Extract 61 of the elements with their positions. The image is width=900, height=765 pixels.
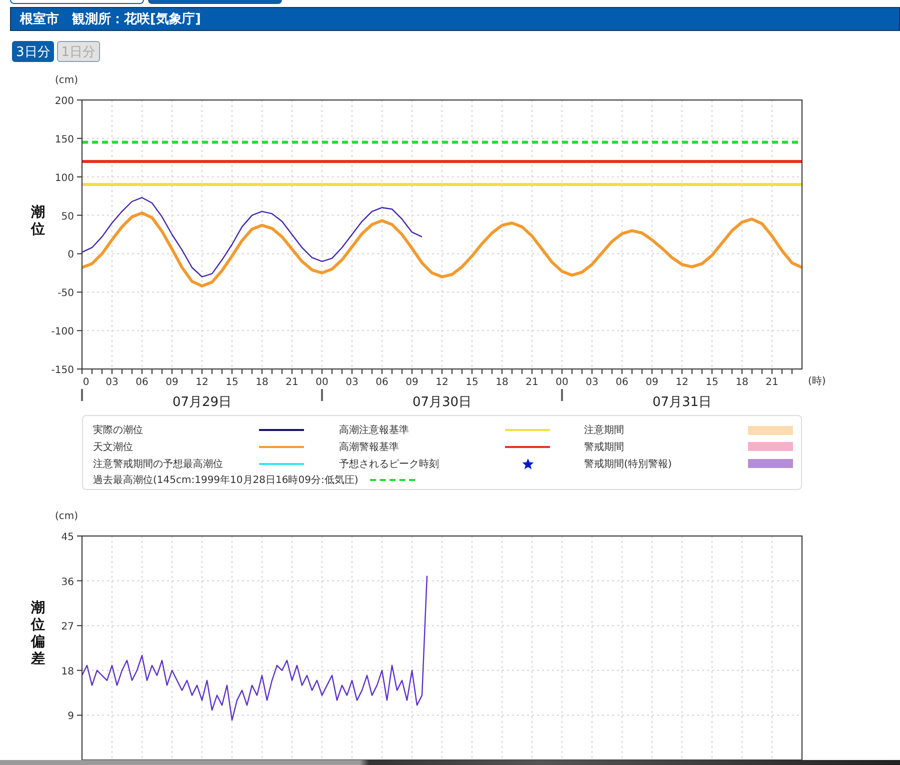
x-tick-label: 06 bbox=[376, 377, 388, 388]
x-tick-label: 15 bbox=[466, 377, 478, 388]
date-label: 07月31日 bbox=[652, 395, 712, 410]
legend-label: 警戒期間 bbox=[584, 440, 625, 454]
x-tick-label: 09 bbox=[406, 377, 418, 388]
x-tick-label: 21 bbox=[286, 377, 298, 388]
unit-label: (cm) bbox=[55, 511, 78, 522]
y-tick-label: 9 bbox=[68, 711, 74, 722]
legend-label: 注意警戒期間の予想最高潮位 bbox=[93, 458, 224, 470]
x-tick-label: 06 bbox=[136, 377, 148, 388]
y-tick-label: 18 bbox=[61, 666, 74, 678]
y-tick-label: -150 bbox=[51, 365, 74, 376]
legend-label: 高潮注意報基準 bbox=[339, 424, 410, 437]
y-tick-label: 150 bbox=[54, 134, 74, 146]
x-tick-label: 15 bbox=[706, 377, 718, 388]
x-tick-label: 09 bbox=[166, 377, 178, 388]
legend-label: 過去最高潮位(145cm:1999年10月28日16時09分:低気圧) bbox=[93, 474, 358, 488]
axis-title: 潮位偏差 bbox=[31, 600, 45, 667]
x-tick-label: 21 bbox=[526, 377, 538, 388]
tab[interactable] bbox=[10, 0, 144, 4]
station-header: 根室市 観測所：花咲[気象庁] bbox=[10, 7, 900, 31]
x-tick-label: 21 bbox=[766, 377, 778, 388]
day-divider bbox=[561, 389, 563, 401]
x-tick-label: 12 bbox=[676, 377, 688, 388]
y-tick-label: 36 bbox=[61, 576, 74, 588]
legend-label: 予想されるピーク時刻 bbox=[339, 458, 440, 470]
unit-label: (cm) bbox=[55, 75, 78, 86]
x-tick-label: 03 bbox=[586, 377, 598, 388]
date-label: 07月30日 bbox=[412, 395, 472, 410]
legend-label: 実際の潮位 bbox=[93, 424, 144, 437]
day-divider bbox=[321, 389, 323, 401]
x-tick-label: 00 bbox=[316, 377, 328, 388]
legend-label: 天文潮位 bbox=[93, 440, 134, 454]
x-tick-label: 18 bbox=[736, 377, 748, 388]
x-tick-label: 03 bbox=[346, 377, 358, 388]
y-tick-label: -100 bbox=[51, 326, 74, 338]
y-tick-label: 50 bbox=[61, 211, 74, 222]
x-tick-label: 09 bbox=[646, 377, 658, 388]
x-tick-label: 15 bbox=[226, 377, 238, 388]
y-tick-label: -50 bbox=[58, 288, 74, 300]
x-tick-label: 00 bbox=[556, 377, 568, 388]
x-tick-label: 0 bbox=[82, 377, 90, 388]
x-tick-label: 12 bbox=[196, 377, 208, 388]
y-tick-label: 200 bbox=[54, 96, 74, 107]
day-divider bbox=[81, 389, 83, 401]
x-tick-label: 12 bbox=[436, 377, 448, 388]
x-tick-label: 06 bbox=[616, 377, 628, 388]
axis-title: 潮位 bbox=[31, 204, 45, 238]
date-label: 07月29日 bbox=[172, 395, 232, 410]
x-tick-label: 03 bbox=[106, 377, 118, 388]
legend-label: 高潮警報基準 bbox=[339, 440, 400, 454]
y-tick-label: 27 bbox=[61, 622, 74, 633]
y-tick-label: 0 bbox=[68, 250, 74, 261]
unit-label: (時) bbox=[808, 376, 826, 387]
x-tick-label: 18 bbox=[256, 377, 268, 388]
range-button[interactable]: 3日分 bbox=[12, 41, 54, 62]
legend-label: 注意期間 bbox=[584, 424, 625, 437]
x-tick-label: 18 bbox=[496, 377, 508, 388]
y-tick-label: 100 bbox=[54, 172, 74, 184]
legend-label: 警戒期間(特別警報) bbox=[584, 458, 673, 470]
y-tick-label: 45 bbox=[61, 532, 74, 543]
